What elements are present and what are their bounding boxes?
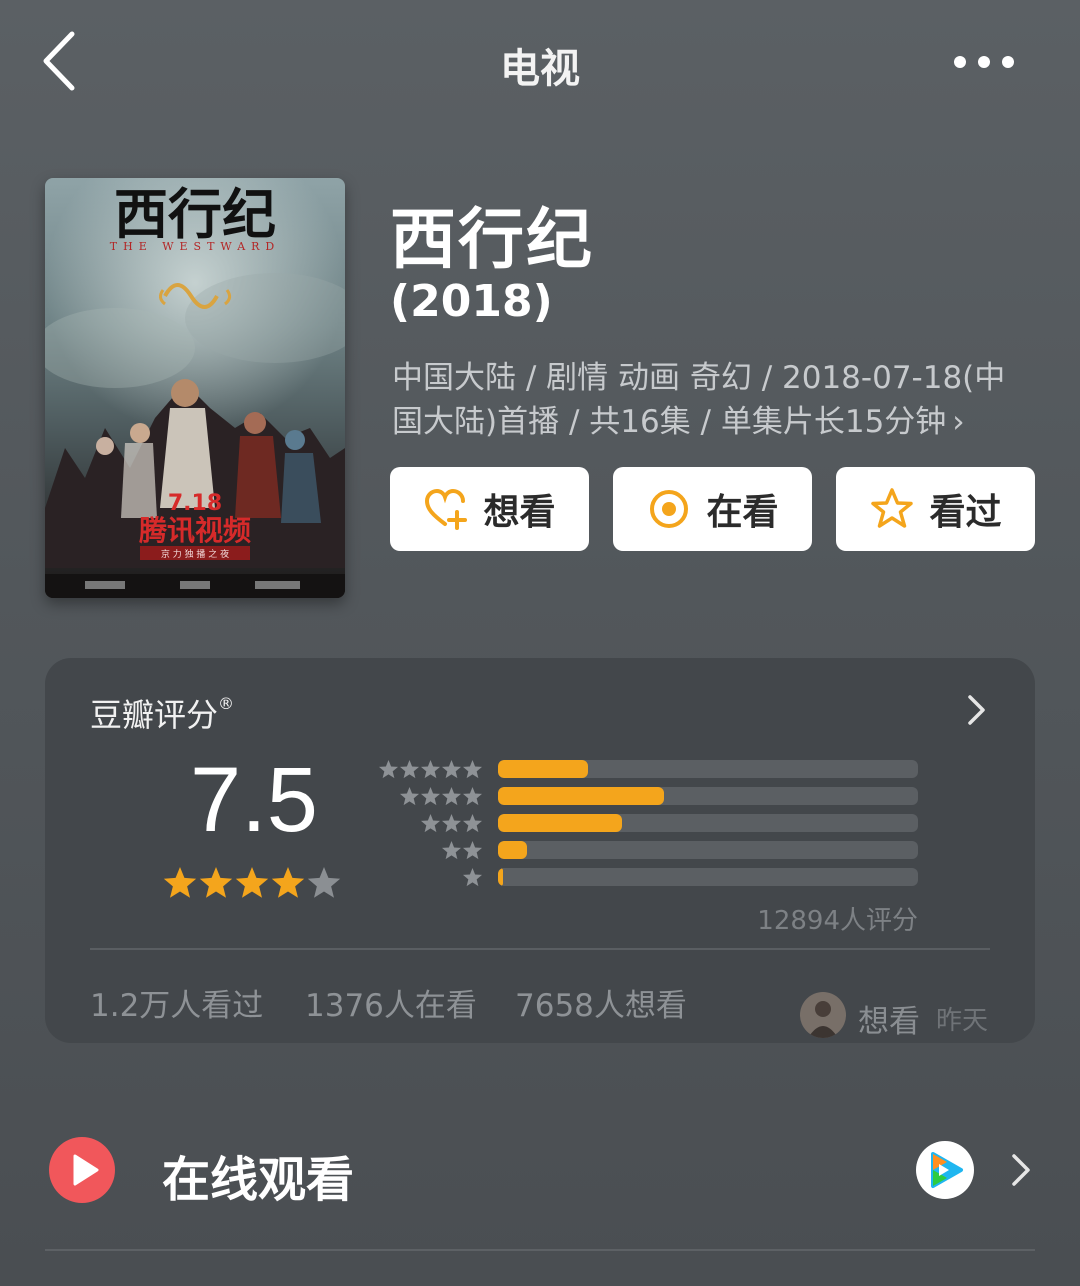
distribution-stars-icon <box>441 841 483 860</box>
more-dots-icon <box>954 56 1014 68</box>
rating-distribution-row-5-star <box>378 759 938 781</box>
star-outline-icon <box>871 488 914 528</box>
avatar[interactable] <box>800 992 846 1038</box>
svg-text:京 力 独 播 之 夜: 京 力 独 播 之 夜 <box>161 548 229 560</box>
rating-divider <box>90 948 990 950</box>
distribution-star <box>441 841 462 860</box>
chevron-right-icon: › <box>952 404 965 440</box>
distribution-star <box>462 787 483 806</box>
want-count[interactable]: 7658人想看 <box>515 980 687 1025</box>
want-to-watch-button[interactable]: 想看 <box>390 467 589 551</box>
distribution-bar-track <box>498 760 918 778</box>
chevron-right-icon <box>968 695 985 725</box>
distribution-star <box>420 814 441 833</box>
watching-count[interactable]: 1376人在看 <box>305 980 477 1025</box>
rating-source-label: 豆瓣评分® <box>90 690 234 736</box>
watched-button[interactable]: 看过 <box>836 467 1035 551</box>
rating-distribution-row-4-star <box>378 786 938 808</box>
distribution-stars-icon <box>462 868 483 887</box>
distribution-bar-track <box>498 787 918 805</box>
svg-text:腾讯视频: 腾讯视频 <box>139 514 251 547</box>
distribution-star <box>441 814 462 833</box>
distribution-bar-track <box>498 868 918 886</box>
work-meta-text: 中国大陆 / 剧情 动画 奇幻 / 2018-07-18(中国大陆)首播 / 共… <box>392 360 1006 440</box>
distribution-star <box>420 787 441 806</box>
distribution-star <box>441 760 462 779</box>
rating-count: 12894人评分 <box>757 906 918 936</box>
distribution-star <box>441 787 462 806</box>
distribution-star <box>420 760 441 779</box>
more-button[interactable] <box>940 40 1030 84</box>
online-watch-title[interactable]: 在线观看 <box>162 1140 354 1210</box>
rating-source-text: 豆瓣评分 <box>90 696 219 734</box>
distribution-bar-track <box>498 841 918 859</box>
distribution-bar-fill <box>498 787 664 805</box>
rating-detail-button[interactable] <box>958 690 994 730</box>
score-star-2 <box>199 867 233 898</box>
want-to-watch-label: 想看 <box>483 492 556 533</box>
score-stars <box>163 867 341 898</box>
distribution-stars-icon <box>420 814 483 833</box>
distribution-star <box>399 760 420 779</box>
distribution-bar-fill <box>498 814 622 832</box>
distribution-bar-track <box>498 814 918 832</box>
score-star-1 <box>163 867 197 898</box>
poster-image[interactable]: 西行纪 THE WESTWARD 7.18 腾讯视频 京 力 独 播 之 夜 <box>45 178 345 598</box>
work-title: 西行纪 <box>390 201 594 278</box>
tencent-video-icon[interactable] <box>915 1140 975 1200</box>
rating-distribution-row-1-star <box>378 867 938 889</box>
work-year: (2018) <box>390 276 553 327</box>
recent-activity-action: 想看 <box>858 1004 920 1040</box>
watched-count[interactable]: 1.2万人看过 <box>90 980 263 1025</box>
heart-plus-icon <box>425 488 468 530</box>
score-star-5 <box>307 867 341 898</box>
rating-distribution-row-2-star <box>378 840 938 862</box>
play-circle-icon[interactable] <box>48 1136 116 1204</box>
recent-activity-time: 昨天 <box>936 1006 989 1036</box>
distribution-star <box>462 868 483 887</box>
page-title: 电视 <box>500 46 580 92</box>
rating-distribution-row-3-star <box>378 813 938 835</box>
work-meta[interactable]: 中国大陆 / 剧情 动画 奇幻 / 2018-07-18(中国大陆)首播 / 共… <box>392 356 1032 444</box>
distribution-bar-fill <box>498 841 528 859</box>
distribution-star <box>399 787 420 806</box>
distribution-stars-icon <box>378 760 483 779</box>
score-star-4 <box>271 867 305 898</box>
distribution-bar-fill <box>498 868 504 886</box>
watched-label: 看过 <box>929 492 1002 533</box>
distribution-star <box>462 814 483 833</box>
svg-text:THE WESTWARD: THE WESTWARD <box>110 240 280 253</box>
online-watch-chevron[interactable] <box>1006 1148 1036 1192</box>
distribution-star <box>378 760 399 779</box>
score-star-3 <box>235 867 269 898</box>
section-divider <box>45 1249 1035 1251</box>
svg-text:7.18: 7.18 <box>168 491 222 516</box>
chevron-right-icon <box>1012 1154 1030 1186</box>
distribution-bar-fill <box>498 760 589 778</box>
svg-text:西行纪: 西行纪 <box>114 182 276 246</box>
distribution-star <box>462 841 483 860</box>
watching-label: 在看 <box>706 492 779 533</box>
registered-mark: ® <box>218 694 235 713</box>
target-circle-icon <box>650 490 689 528</box>
rating-score: 7.5 <box>190 749 318 851</box>
watching-button[interactable]: 在看 <box>613 467 812 551</box>
distribution-star <box>462 760 483 779</box>
distribution-stars-icon <box>399 787 483 806</box>
